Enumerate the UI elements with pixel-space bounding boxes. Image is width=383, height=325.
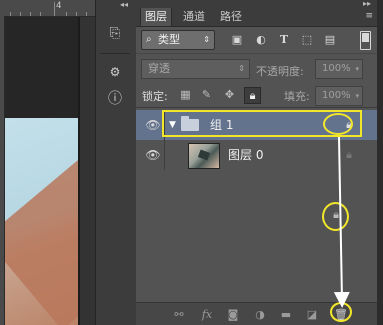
type-filter-icon[interactable]: T bbox=[277, 33, 291, 47]
highlight-circle-group-lock bbox=[323, 113, 353, 135]
fill-label: 填充: bbox=[284, 90, 310, 103]
filter-toggle-switch[interactable] bbox=[360, 31, 371, 50]
shape-filter-icon[interactable]: ⬚ bbox=[300, 33, 314, 47]
lock-image-icon[interactable]: ✎ bbox=[199, 87, 214, 102]
new-layer-icon[interactable]: ◪ bbox=[304, 307, 320, 322]
search-icon: ⌕ bbox=[146, 34, 152, 45]
tab-layers[interactable]: 图层 bbox=[140, 8, 172, 26]
opacity-label: 不透明度: bbox=[256, 65, 304, 78]
collapsed-panel-strip bbox=[95, 0, 137, 325]
eye-icon[interactable]: 👁︎ bbox=[143, 110, 163, 140]
canvas-edge bbox=[80, 17, 95, 325]
eye-icon[interactable]: 👁︎ bbox=[143, 140, 163, 170]
blend-row: 穿透 ⇕ 不透明度: 100% ▾ bbox=[136, 54, 377, 82]
filter-row: ⌕ 类型 ⇕ ▣ ◐ T ⬚ ▤ bbox=[136, 27, 377, 54]
history-panel-icon[interactable]: ⎘ bbox=[104, 24, 126, 44]
horizontal-ruler: 4 bbox=[0, 0, 95, 17]
updown-arrow-icon: ⇕ bbox=[238, 64, 245, 73]
tab-channels[interactable]: 通道 bbox=[179, 8, 209, 26]
info-panel-icon[interactable]: ⓘ bbox=[104, 89, 126, 109]
chevron-down-icon: ▾ bbox=[355, 65, 359, 73]
smart-object-filter-icon[interactable]: ▤ bbox=[323, 33, 337, 47]
layers-panel: ▸▸ 图层 通道 路径 ≡ ⌕ 类型 ⇕ ▣ ◐ T ⬚ ▤ 穿透 ⇕ 不透明度… bbox=[136, 0, 377, 325]
properties-panel-icon[interactable]: ⚙ bbox=[104, 62, 126, 82]
lock-row: 锁定: ▦ ✎ ✥ 🔒︎ 填充: 100% ▾ bbox=[136, 83, 377, 108]
updown-arrow-icon: ⇕ bbox=[203, 35, 210, 44]
lock-icon: 🔒︎ bbox=[346, 148, 352, 161]
lock-transparent-icon[interactable]: ▦ bbox=[178, 87, 193, 102]
layer-name[interactable]: 图层 0 bbox=[228, 140, 263, 170]
adjustment-icon[interactable]: ◑ bbox=[252, 307, 268, 322]
layer-thumbnail bbox=[188, 143, 220, 169]
link-icon[interactable]: ⚯ bbox=[171, 307, 187, 322]
lock-all-icon[interactable]: 🔒︎ bbox=[244, 87, 261, 104]
fx-icon[interactable]: fx bbox=[199, 307, 215, 322]
panel-tabs: 图层 通道 路径 ≡ bbox=[136, 8, 377, 27]
canvas-image[interactable] bbox=[5, 118, 78, 325]
ruler-label: 4 bbox=[56, 1, 62, 11]
opacity-field[interactable]: 100% ▾ bbox=[315, 59, 363, 79]
blend-mode-select[interactable]: 穿透 ⇕ bbox=[141, 59, 250, 79]
mask-icon[interactable]: ◙ bbox=[225, 307, 241, 322]
lock-position-icon[interactable]: ✥ bbox=[222, 87, 237, 102]
layer-row-image[interactable]: 👁︎ 图层 0 🔒︎ bbox=[136, 140, 377, 170]
image-filter-icon[interactable]: ▣ bbox=[230, 33, 244, 47]
adjustment-filter-icon[interactable]: ◐ bbox=[254, 33, 268, 47]
collapse-left-icon[interactable]: ◂◂ bbox=[120, 0, 128, 9]
fill-field[interactable]: 100% ▾ bbox=[315, 86, 363, 106]
panel-menu-icon[interactable]: ≡ bbox=[365, 11, 373, 21]
chevron-down-icon: ▾ bbox=[355, 92, 359, 100]
group-icon[interactable]: ▬ bbox=[278, 307, 294, 322]
filter-kind-select[interactable]: ⌕ 类型 ⇕ bbox=[141, 30, 215, 50]
highlight-circle-trash bbox=[330, 302, 352, 322]
highlight-circle-lock bbox=[322, 202, 349, 231]
window-edge bbox=[377, 0, 383, 325]
photoshop-window: 4 ◂◂ ⎘ ⚙ ⓘ ▸▸ 图层 通道 路径 ≡ ⌕ 类型 ⇕ ▣ ◐ T ⬚ … bbox=[0, 0, 383, 325]
panel-header: ▸▸ bbox=[136, 0, 377, 8]
collapse-panel-icon[interactable]: ▸▸ bbox=[363, 0, 371, 8]
lock-label: 锁定: bbox=[142, 90, 168, 103]
tab-paths[interactable]: 路径 bbox=[216, 8, 246, 26]
